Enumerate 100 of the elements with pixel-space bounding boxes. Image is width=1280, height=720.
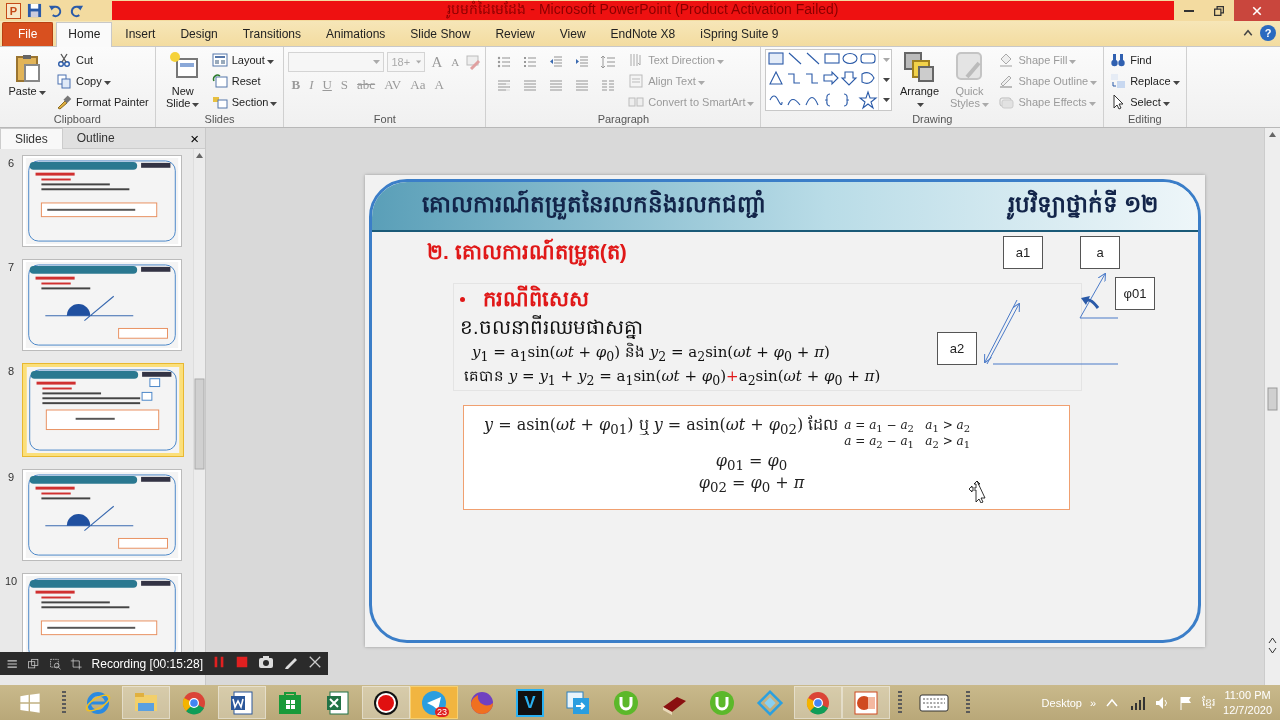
windows-logo-icon xyxy=(19,691,41,714)
font-name-field[interactable] xyxy=(288,52,385,72)
redo-icon xyxy=(69,3,84,18)
scrollbar[interactable] xyxy=(193,149,205,654)
taskbar-app[interactable]: V xyxy=(506,686,554,719)
stop-icon xyxy=(235,655,249,669)
presentation-p-icon xyxy=(852,688,880,717)
slide-thumbnail[interactable] xyxy=(22,363,184,457)
smartart-icon xyxy=(628,94,645,110)
slide-thumbnail[interactable] xyxy=(22,259,182,351)
ribbon-small-button[interactable]: Cut xyxy=(54,51,151,69)
ribbon-button[interactable]: Arrange xyxy=(896,49,943,111)
numbering-icon xyxy=(522,54,539,70)
arrow-app-icon xyxy=(564,688,592,717)
ribbon-tab[interactable]: Home xyxy=(56,22,113,47)
ribbon-small-button[interactable]: Replace xyxy=(1108,72,1182,90)
ribbon-small-button[interactable]: Reset xyxy=(209,72,280,90)
subject-title: រូបវិទ្យាថ្នាក់ទី ១២ xyxy=(1007,189,1158,223)
file-tab[interactable]: File xyxy=(2,22,54,46)
app-logo[interactable]: P xyxy=(6,2,21,19)
notification-badge: 23 xyxy=(435,707,449,717)
help-button[interactable]: ? xyxy=(1260,25,1276,41)
signal-icon xyxy=(1128,694,1147,711)
recording-status: Recording [00:15:28] xyxy=(91,656,203,671)
move-cursor-icon xyxy=(969,481,987,503)
layout-icon xyxy=(211,52,228,68)
slide-thumbnail[interactable] xyxy=(22,573,182,654)
window-title: រូបមកំដៃមេដែង - Microsoft PowerPoint (Product Activation Failed) xyxy=(112,1,1174,20)
ribbon-tab[interactable]: Insert xyxy=(113,22,168,46)
torrent-icon xyxy=(708,688,736,717)
record-icon xyxy=(372,688,400,717)
justify-icon xyxy=(574,78,591,94)
align-left-icon xyxy=(496,78,513,94)
ribbon-small-button[interactable]: Find xyxy=(1108,51,1182,69)
scrollbar[interactable] xyxy=(1264,128,1280,685)
ribbon-tab[interactable]: Design xyxy=(168,22,230,46)
pen-icon xyxy=(998,73,1015,89)
equation: គេបាន y = y$_{1}$ + y$_{2}$ = a$_{1}$sin(ωt + φ$_{0}$)+a$_{2}$sin(ωt + φ$_{0}$ + π) xyxy=(463,366,881,388)
taskbar-app[interactable] xyxy=(362,686,410,719)
align-center-icon xyxy=(522,78,539,94)
ribbon-small-button[interactable]: Select xyxy=(1108,93,1182,111)
group-label: Clipboard xyxy=(52,113,102,127)
ribbon-tab[interactable]: Slide Show xyxy=(398,22,483,46)
equation: φ$_{02}$ = φ$_{0}$ + π xyxy=(698,472,805,496)
ribbon-tab[interactable]: View xyxy=(547,22,598,46)
panel-tab[interactable]: Slides xyxy=(0,127,63,149)
torrent-icon xyxy=(612,688,640,717)
equation: φ$_{01}$ = φ$_{0}$ xyxy=(715,450,788,473)
bullets-icon xyxy=(496,54,513,70)
slide-number: 8 xyxy=(6,364,16,377)
equation: y$_{1}$ = a$_{1}$sin(ωt + φ$_{0}$) និង y$_{2}$ = a$_{2}$sin(ωt + φ$_{0}$ + π) xyxy=(470,342,830,364)
condition: a = a$_{2}$ − a$_{1}$ a$_{2}$ > a$_{1}$ xyxy=(844,434,971,451)
slide-number: 10 xyxy=(3,574,19,587)
ribbon-tab[interactable]: Transitions xyxy=(230,22,313,46)
align-right-icon xyxy=(548,78,565,94)
save-icon xyxy=(27,3,42,18)
panel-tab[interactable]: Outline xyxy=(62,128,129,148)
effects-icon xyxy=(998,94,1015,110)
bullet-icon xyxy=(460,296,465,302)
taskbar-app[interactable]: 23 xyxy=(410,686,458,719)
restore-icon xyxy=(1214,5,1224,16)
close-icon xyxy=(1252,5,1262,16)
group-label: Drawing xyxy=(911,113,954,127)
slide-thumbnail[interactable] xyxy=(22,155,182,247)
decrease-indent-icon xyxy=(548,54,565,70)
binoculars-icon xyxy=(1110,52,1127,68)
ribbon-small-button[interactable]: Format Painter xyxy=(54,93,151,111)
taskbar-app[interactable] xyxy=(218,686,266,719)
ribbon-button[interactable]: Paste xyxy=(4,49,50,99)
diamond-icon xyxy=(756,688,784,717)
reset-icon xyxy=(211,73,228,89)
slide-number: 7 xyxy=(6,260,16,273)
slide-number: 9 xyxy=(6,470,16,483)
ribbon-small-button[interactable]: Layout xyxy=(209,51,280,69)
clear-formatting-icon xyxy=(465,54,482,70)
group-label: Paragraph xyxy=(596,113,651,127)
v-logo: V xyxy=(516,688,544,717)
ribbon-small-button[interactable]: Copy xyxy=(54,72,151,90)
slide-thumbnail[interactable] xyxy=(22,469,182,561)
ribbon-small-button[interactable]: Section xyxy=(209,93,280,111)
label-box: φ01 xyxy=(1115,277,1155,310)
scissors-icon xyxy=(56,52,72,68)
document-w-icon xyxy=(228,688,256,717)
group-label: Slides xyxy=(203,113,236,127)
slide-title: គោលការណ៍តម្រួតនៃរលកនិងរលកជញ្ជាំ xyxy=(422,189,766,223)
group-label: Font xyxy=(372,113,397,127)
paint-bucket-icon xyxy=(998,52,1015,68)
ribbon-tab[interactable]: Review xyxy=(483,22,547,46)
ribbon-tab[interactable]: iSpring Suite 9 xyxy=(688,22,791,46)
group-label: Editing xyxy=(1127,113,1163,127)
label-box: a2 xyxy=(937,332,977,365)
arrange-icon xyxy=(903,51,936,83)
panel-close-button[interactable]: × xyxy=(184,129,205,147)
align-text-icon xyxy=(628,73,645,89)
line-spacing-icon xyxy=(600,54,617,70)
ribbon-tab[interactable]: EndNote X8 xyxy=(598,22,688,46)
ribbon-tab[interactable]: Animations xyxy=(314,22,398,46)
ribbon-button[interactable]: New Slide xyxy=(159,49,206,111)
slide-number: 6 xyxy=(6,156,16,169)
label-box: a1 xyxy=(1003,236,1043,269)
